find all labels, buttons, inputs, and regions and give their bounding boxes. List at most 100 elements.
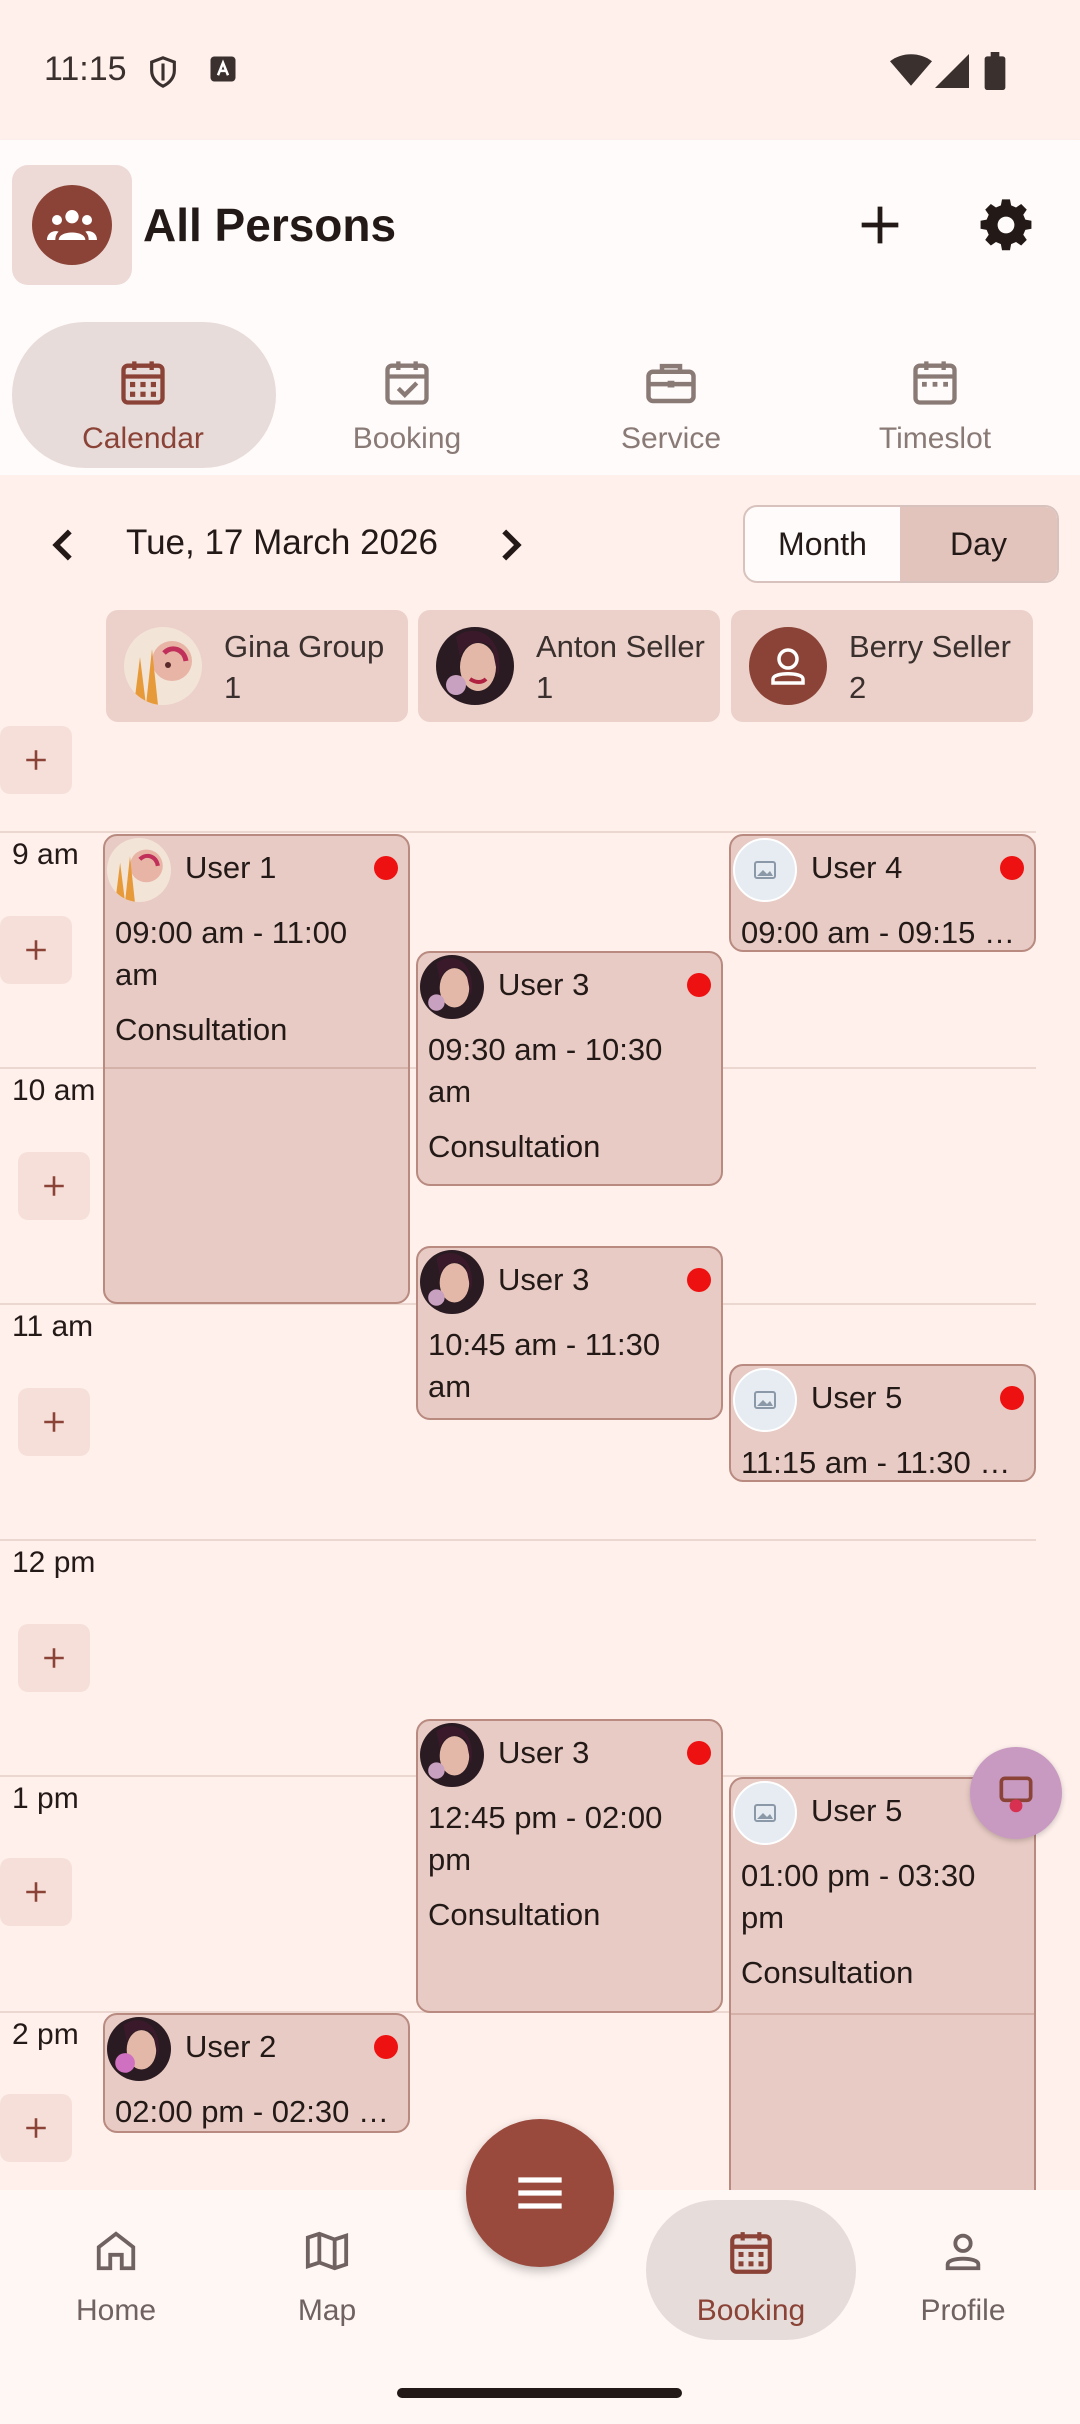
- previous-day-button[interactable]: [38, 520, 88, 570]
- user-avatar: [420, 1723, 484, 1787]
- appointment-user: User 1: [185, 850, 277, 885]
- staff-avatar: [124, 627, 202, 705]
- next-day-button[interactable]: [486, 520, 536, 570]
- view-toggle: Month Day: [743, 505, 1059, 583]
- status-dot: [687, 1741, 711, 1765]
- appointment-user: User 5: [811, 1793, 903, 1828]
- chevron-left-icon: [52, 529, 72, 561]
- shield-icon: [146, 54, 180, 95]
- add-slot-button[interactable]: [18, 1388, 90, 1456]
- calendar-check-icon: [381, 356, 433, 415]
- appointment-service: Consultation: [115, 1012, 288, 1047]
- appointment-service: Consultation: [428, 1897, 601, 1932]
- calendar-icon: [726, 2228, 776, 2283]
- month-view-button[interactable]: Month: [745, 507, 900, 581]
- top-tabs: Calendar Booking Service Timeslot: [0, 310, 1080, 475]
- user-avatar: [107, 838, 171, 902]
- plus-icon: [26, 750, 46, 770]
- settings-button[interactable]: [976, 195, 1036, 255]
- tab-calendar[interactable]: Calendar: [10, 322, 276, 468]
- appointment-user-5-a[interactable]: User 5 11:15 am - 11:30 …: [729, 1364, 1036, 1482]
- tab-label: Booking: [352, 422, 462, 455]
- time-label-9am: 9 am: [12, 838, 79, 871]
- menu-fab[interactable]: [466, 2119, 614, 2267]
- signal-icon: [934, 54, 970, 93]
- appointment-user-3-c[interactable]: User 3 12:45 pm - 02:00 pm Consultation: [416, 1719, 723, 2013]
- tab-label: Calendar: [82, 422, 204, 455]
- appointment-time: 09:00 am - 11:00 am: [115, 915, 348, 992]
- appointment-time: 12:45 pm - 02:00 pm: [428, 1800, 663, 1877]
- add-slot-button[interactable]: [0, 726, 72, 794]
- appointment-time: 09:30 am - 10:30 am: [428, 1032, 663, 1109]
- image-placeholder-icon: [733, 1781, 797, 1845]
- tab-label: Timeslot: [878, 422, 992, 455]
- appointment-time: 02:00 pm - 02:30 …: [115, 2094, 389, 2129]
- briefcase-icon: [643, 356, 699, 415]
- appointment-user-1[interactable]: User 1 09:00 am - 11:00 am Consultation: [103, 834, 410, 1304]
- appointment-user-3-a[interactable]: User 3 09:30 am - 10:30 am Consultation: [416, 951, 723, 1186]
- appointment-user-4[interactable]: User 4 09:00 am - 09:15 …: [729, 834, 1036, 952]
- widget-icon: [999, 1776, 1033, 1813]
- persons-avatar-button[interactable]: [12, 165, 132, 285]
- staff-header-berry[interactable]: Berry Seller 2: [731, 610, 1033, 722]
- nav-booking[interactable]: Booking: [646, 2190, 856, 2350]
- tab-service[interactable]: Service: [538, 322, 804, 468]
- nav-label: Map: [297, 2294, 357, 2327]
- home-indicator: [397, 2388, 682, 2398]
- person-icon: [940, 2228, 986, 2279]
- menu-icon: [518, 2177, 562, 2209]
- status-bar: 11:15: [0, 0, 1080, 140]
- group-icon: [32, 185, 112, 265]
- appointment-user: User 5: [811, 1380, 903, 1415]
- add-slot-button[interactable]: [0, 2094, 72, 2162]
- add-slot-button[interactable]: [18, 1624, 90, 1692]
- person-avatar-icon: [749, 627, 827, 705]
- appointment-user-2[interactable]: User 2 02:00 pm - 02:30 …: [103, 2013, 410, 2133]
- time-label-1pm: 1 pm: [12, 1782, 79, 1815]
- appointment-user-3-b[interactable]: User 3 10:45 am - 11:30 am: [416, 1246, 723, 1420]
- nav-home[interactable]: Home: [11, 2190, 221, 2350]
- app-bar: All Persons: [0, 140, 1080, 310]
- plus-icon: [26, 2118, 46, 2138]
- image-placeholder-icon: [733, 1368, 797, 1432]
- add-slot-button[interactable]: [0, 1858, 72, 1926]
- floating-widget-button[interactable]: [970, 1747, 1062, 1839]
- status-dot: [374, 856, 398, 880]
- day-view-button[interactable]: Day: [900, 507, 1057, 581]
- add-slot-button[interactable]: [18, 1152, 90, 1220]
- user-avatar: [420, 1250, 484, 1314]
- nav-map[interactable]: Map: [222, 2190, 432, 2350]
- status-dot: [1000, 856, 1024, 880]
- home-icon: [93, 2228, 139, 2279]
- battery-icon: [984, 52, 1006, 95]
- nav-label: Profile: [920, 2294, 1006, 2327]
- status-time: 11:15: [44, 50, 127, 88]
- hour-line: [0, 1539, 1036, 1541]
- appointment-user: User 2: [185, 2029, 277, 2064]
- divider: [105, 1067, 408, 1069]
- plus-icon: [26, 1882, 46, 1902]
- hour-line: [0, 831, 1036, 833]
- appointment-user: User 4: [811, 850, 903, 885]
- nav-profile[interactable]: Profile: [858, 2190, 1068, 2350]
- tab-booking[interactable]: Booking: [274, 322, 540, 468]
- calendar-outline-icon: [909, 356, 961, 415]
- status-dot: [687, 1268, 711, 1292]
- current-date: Tue, 17 March 2026: [126, 523, 438, 562]
- nav-label: Booking: [696, 2294, 806, 2327]
- add-button[interactable]: [850, 195, 910, 255]
- staff-header-anton[interactable]: Anton Seller 1: [418, 610, 720, 722]
- appointment-user: User 3: [498, 967, 590, 1002]
- page-title: All Persons: [143, 199, 397, 251]
- staff-header-gina[interactable]: Gina Group 1: [106, 610, 408, 722]
- appointment-time: 09:00 am - 09:15 …: [741, 915, 1015, 950]
- font-a-icon: [208, 54, 238, 89]
- wifi-icon: [890, 54, 932, 91]
- appointment-time: 11:15 am - 11:30 …: [741, 1445, 1011, 1480]
- status-dot: [687, 973, 711, 997]
- add-slot-button[interactable]: [0, 916, 72, 984]
- gear-icon: [980, 199, 1032, 251]
- time-label-2pm: 2 pm: [12, 2018, 79, 2051]
- staff-name: Gina Group 1: [224, 629, 385, 705]
- tab-timeslot[interactable]: Timeslot: [802, 322, 1068, 468]
